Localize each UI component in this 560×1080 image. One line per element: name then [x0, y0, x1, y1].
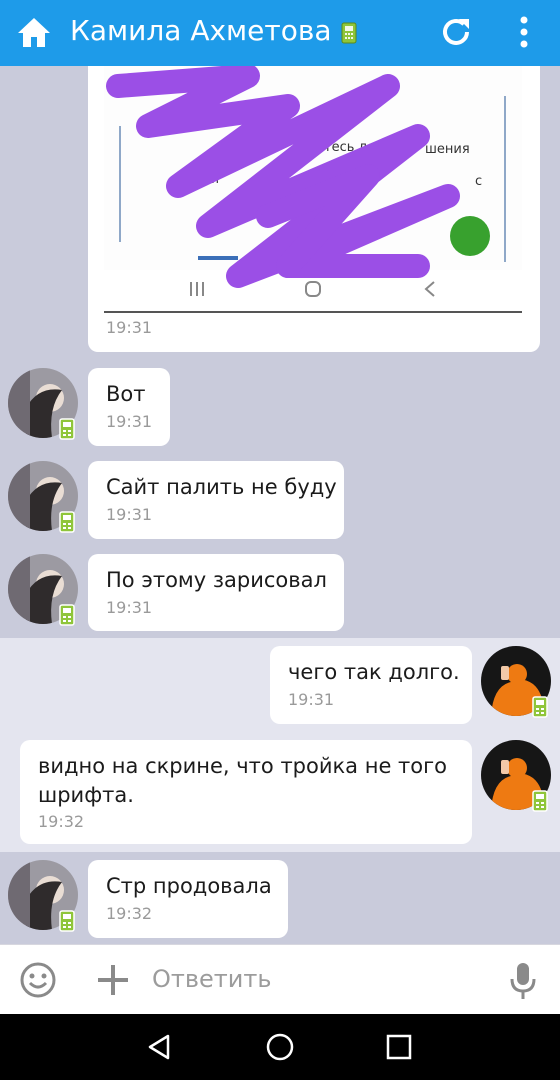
reply-bar: Ответить — [0, 944, 560, 1015]
refresh-icon[interactable] — [438, 14, 474, 50]
back-triangle-icon[interactable] — [146, 1033, 174, 1061]
mobile-online-icon — [341, 22, 357, 44]
reply-input[interactable]: Ответить — [152, 965, 271, 993]
app-bar: Камила Ахметова — [0, 0, 560, 66]
own-message-bubble[interactable]: видно на скрине, что тройка не того шриф… — [20, 740, 472, 844]
chat-area[interactable]: , заре тесь дл шения пок, и с 19:31 Вот … — [0, 66, 560, 944]
screenshot-nav — [190, 281, 435, 297]
mobile-online-icon — [59, 910, 75, 932]
message-bubble[interactable]: Вот 19:31 — [88, 368, 170, 446]
more-vert-icon[interactable] — [512, 14, 536, 50]
mobile-online-icon — [532, 696, 548, 718]
message-text: Стр продовала — [106, 874, 272, 898]
own-message-bubble[interactable]: чего так долго. 19:31 — [270, 646, 472, 724]
message-text: чего так долго. — [288, 660, 460, 684]
mobile-online-icon — [532, 790, 548, 812]
message-text-line1: видно на скрине, что тройка не того — [38, 754, 448, 778]
home-circle-icon[interactable] — [265, 1032, 295, 1062]
message-bubble[interactable]: По этому зарисовал 19:31 — [88, 554, 344, 631]
system-nav-bar — [0, 1014, 560, 1080]
message-time: 19:31 — [106, 598, 153, 617]
emoji-icon[interactable] — [19, 961, 57, 999]
message-time: 19:31 — [106, 412, 153, 431]
message-text-line2: шрифта. — [38, 783, 134, 807]
message-time: 19:31 — [288, 690, 335, 709]
message-time: 19:31 — [106, 318, 153, 337]
message-text: Вот — [106, 382, 146, 406]
image-message[interactable]: , заре тесь дл шения пок, и с 19:31 — [88, 66, 540, 352]
mobile-online-icon — [59, 511, 75, 533]
contact-name[interactable]: Камила Ахметова — [70, 13, 332, 49]
home-icon[interactable] — [16, 15, 52, 49]
message-text: По этому зарисовал — [106, 568, 327, 592]
mobile-online-icon — [59, 604, 75, 626]
microphone-icon[interactable] — [508, 961, 538, 1001]
message-text: Сайт палить не буду — [106, 475, 337, 499]
message-time: 19:32 — [106, 904, 153, 923]
message-time: 19:32 — [38, 812, 85, 831]
mobile-online-icon — [59, 418, 75, 440]
plus-icon[interactable] — [96, 963, 130, 997]
message-bubble[interactable]: Сайт палить не буду 19:31 — [88, 461, 344, 539]
recents-square-icon[interactable] — [386, 1034, 412, 1060]
message-bubble[interactable]: Стр продовала 19:32 — [88, 860, 288, 938]
message-time: 19:31 — [106, 505, 153, 524]
